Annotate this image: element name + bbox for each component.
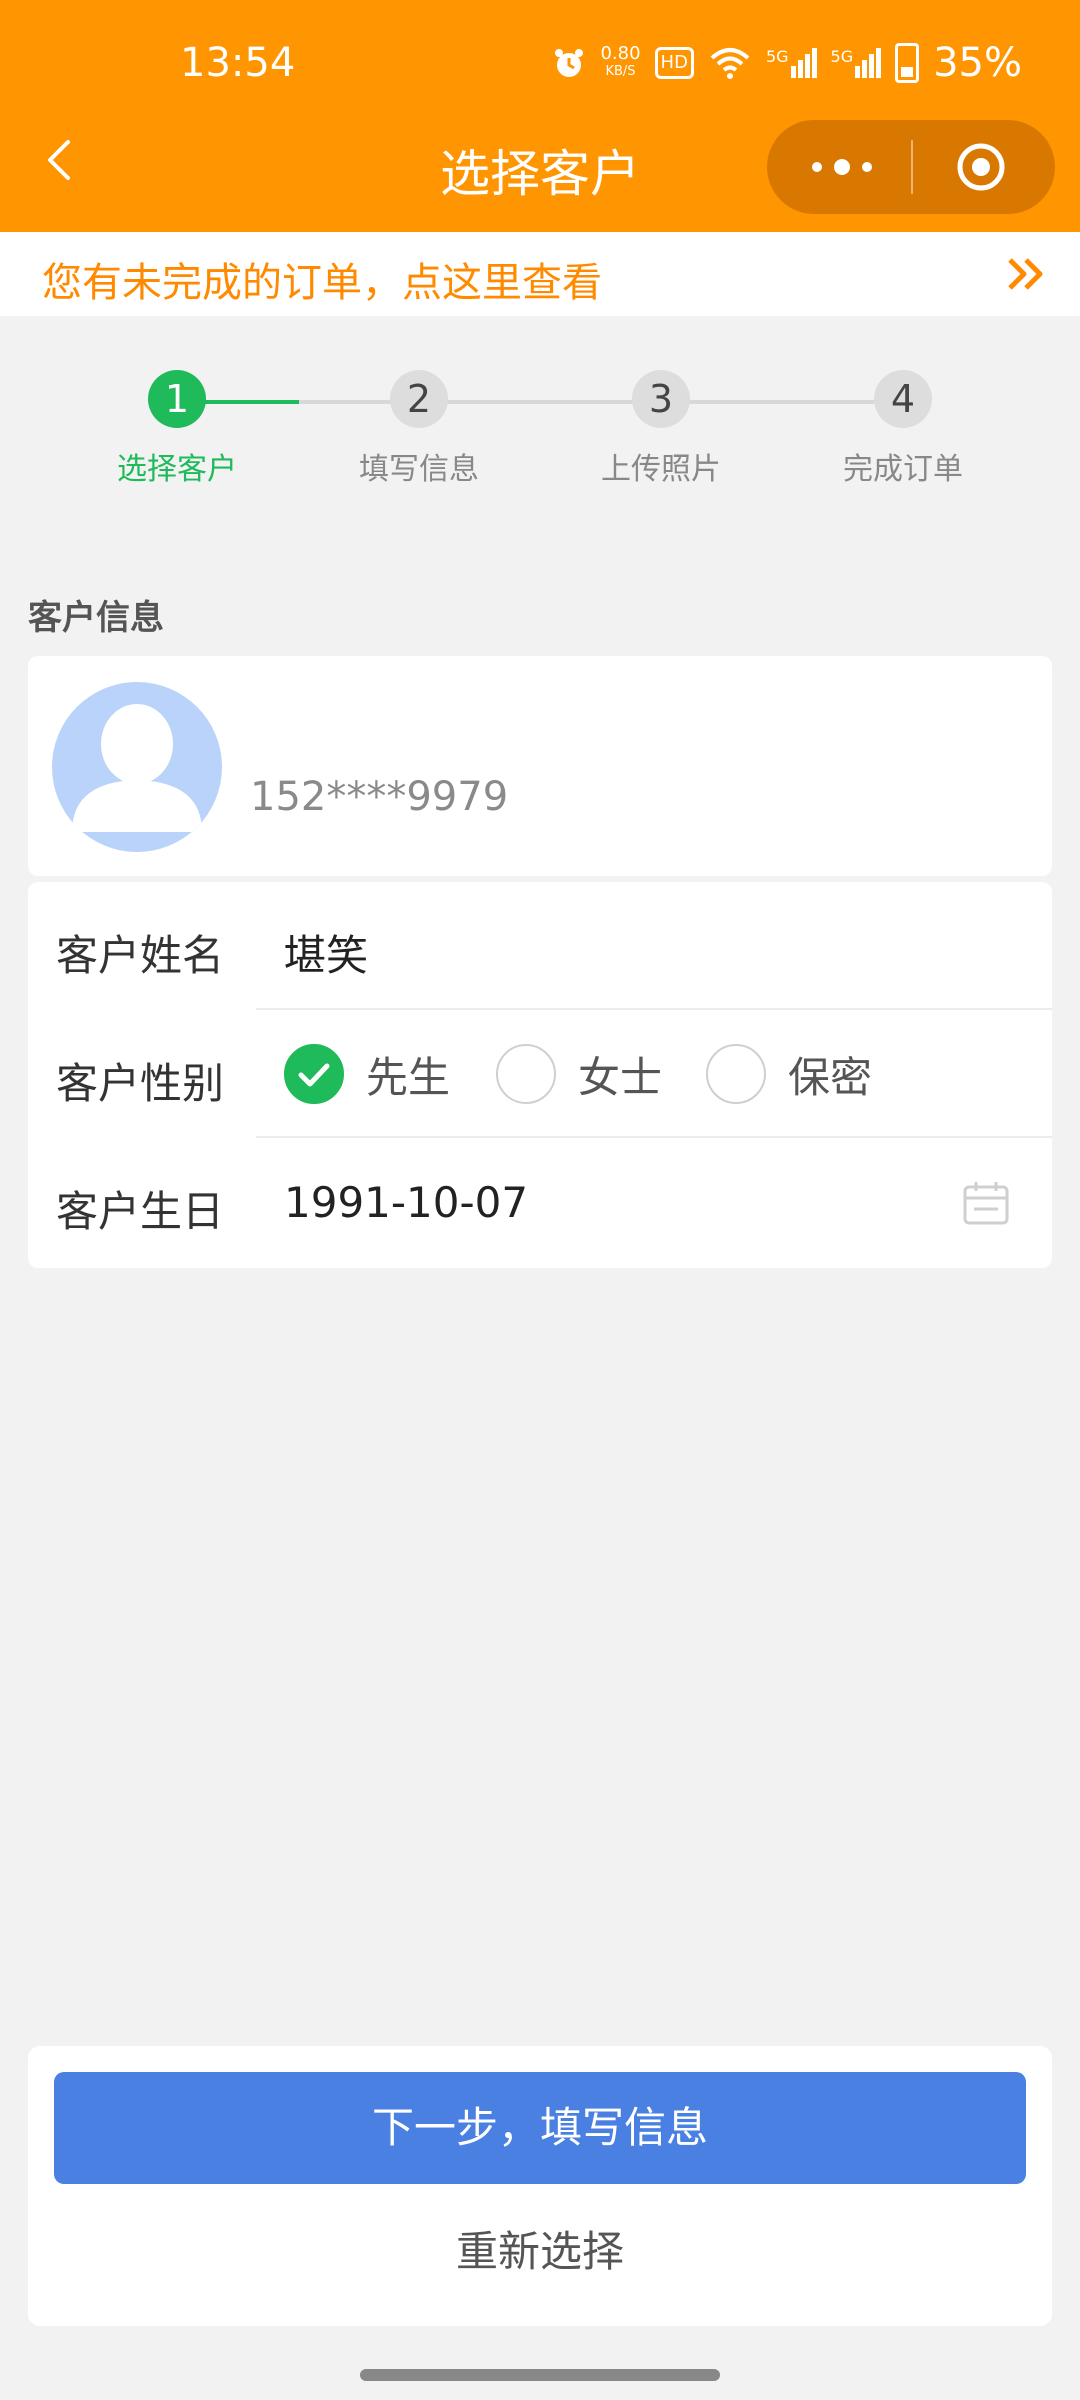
birthday-label: 客户生日 — [56, 1187, 225, 1236]
battery-icon — [895, 43, 920, 83]
gender-option-label: 保密 — [788, 1052, 873, 1102]
signal-icon-2: 5G — [831, 48, 882, 78]
progress-stepper: 1 选择客户 2 填写信息 3 上传照片 4 完成订单 — [0, 370, 1080, 490]
wifi-icon — [710, 48, 750, 79]
gender-option-label: 女士 — [578, 1052, 663, 1102]
radio-unchecked-icon — [706, 1044, 766, 1104]
birthday-field[interactable]: 1991-10-07 — [284, 1178, 528, 1227]
status-icons: 0.80 KB/S HD 5G 5G 35% — [552, 40, 1022, 86]
step-label: 填写信息 — [359, 452, 479, 487]
gender-option-ms[interactable]: 女士 — [496, 1042, 662, 1106]
step-label: 完成订单 — [843, 452, 963, 487]
mini-program-capsule — [767, 120, 1055, 214]
step-label: 选择客户 — [117, 452, 237, 487]
name-row: 客户姓名 堪笑 — [28, 882, 1052, 1010]
birthday-row[interactable]: 客户生日 1991-10-07 — [28, 1138, 1052, 1266]
gender-label: 客户性别 — [56, 1059, 225, 1108]
radio-unchecked-icon — [496, 1044, 556, 1104]
customer-phone: 152****9979 — [250, 774, 509, 820]
check-icon — [298, 1063, 330, 1087]
customer-card: 152****9979 — [28, 656, 1052, 876]
gender-option-mr[interactable]: 先生 — [284, 1042, 450, 1106]
step-number: 3 — [632, 370, 690, 428]
gender-option-secret[interactable]: 保密 — [706, 1042, 872, 1106]
reselect-button[interactable]: 重新选择 — [54, 2212, 1026, 2292]
signal-icon: 5G — [766, 48, 817, 78]
status-time: 13:54 — [180, 40, 296, 86]
net-speed: 0.80 KB/S — [600, 43, 641, 80]
step-number: 2 — [390, 370, 448, 428]
section-title: 客户信息 — [28, 598, 164, 638]
unfinished-order-banner[interactable]: 您有未完成的订单，点这里查看 — [0, 232, 1080, 316]
calendar-icon[interactable] — [962, 1180, 1010, 1226]
hd-badge: HD — [654, 47, 694, 79]
step-3: 3 上传照片 — [561, 370, 761, 488]
gender-row: 客户性别 先生 女士 保密 — [28, 1010, 1052, 1138]
step-4: 4 完成订单 — [803, 370, 1003, 488]
home-indicator[interactable] — [360, 2369, 720, 2381]
banner-text: 您有未完成的订单，点这里查看 — [42, 260, 602, 306]
double-chevron-right-icon — [1008, 258, 1043, 290]
action-panel: 下一步，填写信息 重新选择 — [28, 2046, 1052, 2326]
battery-percent: 35% — [933, 40, 1022, 86]
avatar — [52, 682, 222, 852]
user-icon — [72, 704, 202, 832]
name-field[interactable]: 堪笑 — [284, 922, 368, 983]
more-icon[interactable] — [809, 157, 875, 177]
gender-option-label: 先生 — [366, 1052, 451, 1102]
next-step-button[interactable]: 下一步，填写信息 — [54, 2072, 1026, 2184]
app-header: 13:54 0.80 KB/S HD 5G 5G 35% 选择客户 — [0, 0, 1080, 232]
step-1: 1 选择客户 — [77, 370, 277, 488]
target-icon[interactable] — [957, 143, 1005, 191]
step-label: 上传照片 — [601, 452, 721, 487]
alarm-icon — [555, 49, 584, 77]
step-2: 2 填写信息 — [319, 370, 519, 488]
step-number: 1 — [148, 370, 206, 428]
radio-checked-icon — [284, 1044, 344, 1104]
name-label: 客户姓名 — [56, 931, 225, 980]
step-number: 4 — [874, 370, 932, 428]
customer-form: 客户姓名 堪笑 客户性别 先生 女士 保密 客户生日 1991-10-07 — [28, 882, 1052, 1268]
capsule-divider — [911, 140, 913, 194]
